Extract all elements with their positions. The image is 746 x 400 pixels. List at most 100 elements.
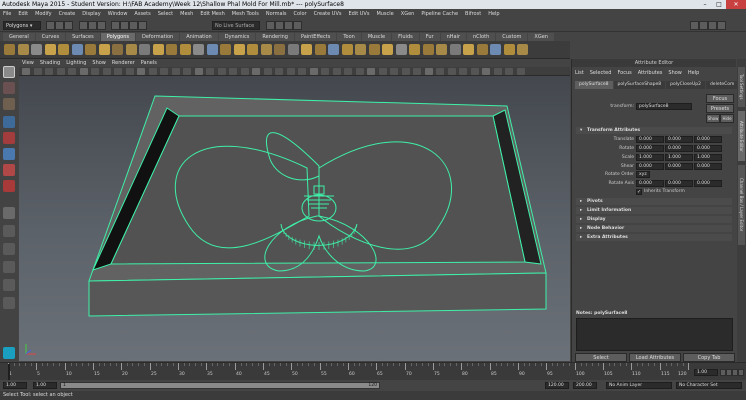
menu-file[interactable]: File [3,11,11,17]
shelf-tool-38-icon[interactable] [503,44,515,55]
viewport-toolbar-6-icon[interactable] [79,68,88,75]
shelf-tool-19-icon[interactable] [247,44,258,55]
transform-attributes-section[interactable]: Transform Attributes [576,127,732,134]
ae-menu-focus[interactable]: Focus [617,69,631,77]
load-attributes-button[interactable]: Load Attributes [629,353,681,362]
minimize-icon[interactable]: – [698,0,712,9]
shelf-tab-general[interactable]: General [3,33,35,41]
viewport-toolbar-34-icon[interactable] [401,68,410,75]
shelf-tool-14-icon[interactable] [179,44,191,55]
shelf-tab-deformation[interactable]: Deformation [136,33,180,41]
menu-create-uvs[interactable]: Create UVs [314,11,342,17]
shelf-tool-22-icon[interactable] [287,44,299,55]
viewport-toolbar-33-icon[interactable] [390,68,398,75]
current-frame-field[interactable]: 1.00 [694,369,718,376]
copy-tab-button[interactable]: Copy Tab [683,353,735,362]
viewport-toolbar-3-icon[interactable] [45,68,53,75]
ae-menu-attributes[interactable]: Attributes [638,69,663,77]
shelf-tool-10-icon[interactable] [125,44,137,55]
shelf-tool-11-icon[interactable] [139,44,150,55]
shelf-tool-15-icon[interactable] [193,44,204,55]
section-limit-information[interactable]: Limit Information [576,207,732,214]
outliner-layout-icon[interactable] [3,297,15,309]
playback-start-field[interactable]: 1.00 [33,382,57,389]
viewport-toolbar-10-icon[interactable] [125,68,134,75]
start-time-field[interactable]: 1.00 [3,382,27,389]
inherits-transform-checkbox[interactable]: ✓ [636,189,642,195]
shelf-tool-36-icon[interactable] [476,44,488,55]
shelf-tool-13-icon[interactable] [166,44,177,55]
transform-name-field[interactable]: polySurface8 [636,103,692,110]
node-tab-2[interactable]: polySurfaceShape8 [613,81,666,89]
viewport-toolbar-2-icon[interactable] [33,68,42,75]
viewport-toolbar-14-icon[interactable] [171,68,180,75]
anim-layer-dropdown[interactable]: No Anim Layer [606,382,672,389]
attr-shear-x[interactable]: 0.000 [636,163,664,170]
viewport-toolbar-37-icon[interactable] [436,68,444,75]
rotate-order-dropdown[interactable]: xyz [636,171,650,178]
render-settings-icon[interactable] [284,21,293,30]
menu-mesh-tools[interactable]: Mesh Tools [232,11,259,17]
section-extra-attributes[interactable]: Extra Attributes [576,234,732,241]
shelf-tool-33-icon[interactable] [436,44,447,55]
lasso-tool-icon[interactable] [3,82,15,94]
menu-color[interactable]: Color [294,11,307,17]
open-scene-icon[interactable] [55,21,64,30]
shelf-tab-surfaces[interactable]: Surfaces [66,33,100,41]
shelf-tab-muscle[interactable]: Muscle [361,33,392,41]
shelf-tool-7-icon[interactable] [85,44,96,55]
show-button[interactable]: Show [706,114,720,123]
viewport-toolbar-23-icon[interactable] [275,68,283,75]
viewport-menu-lighting[interactable]: Lighting [66,60,86,66]
shelf-tool-37-icon[interactable] [490,44,501,55]
shelf-tool-35-icon[interactable] [463,44,474,55]
attribute-editor-tab[interactable]: Attribute Editor [738,111,745,161]
toggle-attribute-editor-icon[interactable] [699,21,708,30]
viewport-toolbar-8-icon[interactable] [102,68,111,75]
select-hierarchy-icon[interactable] [78,21,88,30]
single-perspective-layout-icon[interactable] [3,207,15,219]
attr-scale-z[interactable]: 1.000 [694,154,722,161]
viewport-toolbar-15-icon[interactable] [183,68,191,75]
menu-create[interactable]: Create [59,11,76,17]
rotate-tool-icon[interactable] [3,132,15,144]
menu-set-dropdown[interactable]: Polygons ▾ [3,21,41,30]
shelf-tab-toon[interactable]: Toon [337,33,361,41]
maximize-icon[interactable]: □ [712,0,726,9]
shelf-tab-curves[interactable]: Curves [35,33,66,41]
viewport-toolbar-35-icon[interactable] [413,68,421,75]
attr-rotate-y[interactable]: 0.000 [665,145,693,152]
shelf-tool-24-icon[interactable] [314,44,326,55]
close-icon[interactable]: ✕ [726,0,746,9]
viewport-toolbar-24-icon[interactable] [286,68,295,75]
menu-display[interactable]: Display [82,11,100,17]
menu-muscle[interactable]: Muscle [376,11,393,17]
shelf-tool-3-icon[interactable] [31,44,42,55]
shelf-tool-6-icon[interactable] [71,44,83,55]
shelf-tab-dynamics[interactable]: Dynamics [218,33,256,41]
shelf-tool-39-icon[interactable] [517,44,528,55]
snap-grid-icon[interactable] [111,21,121,30]
viewport-toolbar-26-icon[interactable] [309,68,318,75]
viewport-toolbar-16-icon[interactable] [194,68,203,75]
menu-edit-mesh[interactable]: Edit Mesh [200,11,224,17]
viewport-toolbar-5-icon[interactable] [68,68,76,75]
ipr-render-icon[interactable] [275,21,284,30]
persp-graph-layout-icon[interactable] [3,261,15,273]
viewport-toolbar-42-icon[interactable] [493,68,502,75]
viewport-toolbar-25-icon[interactable] [298,68,306,75]
viewport-toolbar-38-icon[interactable] [447,68,456,75]
hide-button[interactable]: Hide [720,114,734,123]
rotate-axis-x[interactable]: 0.000 [636,180,664,187]
channel-box-tab[interactable]: Channel Box / Layer Editor [738,165,745,245]
shelf-tool-8-icon[interactable] [98,44,110,55]
attr-shear-y[interactable]: 0.000 [665,163,693,170]
time-slider[interactable]: 1 5 10 15 20 25 30 35 40 45 50 55 60 65 70 75 80 85 90 95 10… [0,362,746,380]
shelf-tool-31-icon[interactable] [409,44,420,55]
notes-textarea[interactable] [576,318,733,351]
range-slider[interactable]: 1 120 [60,382,380,389]
rotate-axis-y[interactable]: 0.000 [665,180,693,187]
viewport-toolbar-17-icon[interactable] [206,68,214,75]
scale-tool-icon[interactable] [3,148,15,160]
menu-pipeline-cache[interactable]: Pipeline Cache [421,11,458,17]
